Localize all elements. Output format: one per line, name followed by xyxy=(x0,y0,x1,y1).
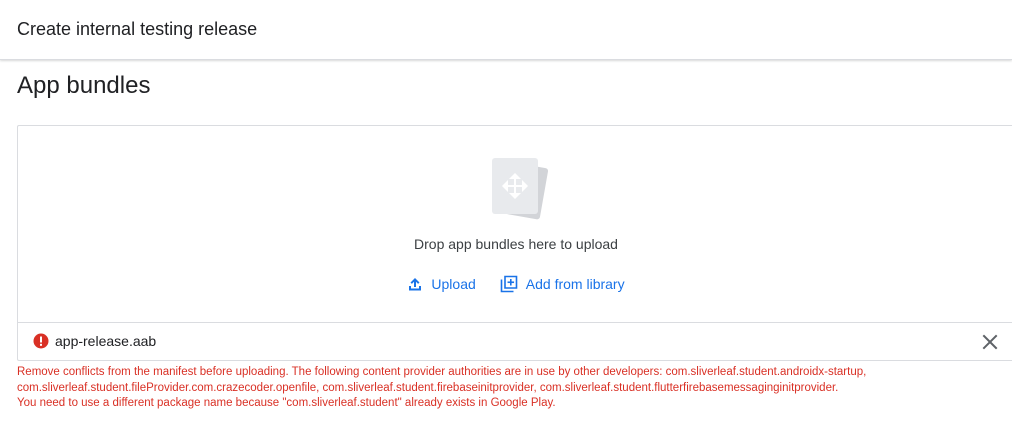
page-title: Create internal testing release xyxy=(17,19,258,39)
drop-zone[interactable]: Drop app bundles here to upload Upload A… xyxy=(18,126,1012,322)
error-line: Remove conflicts from the manifest befor… xyxy=(17,366,867,378)
upload-icon xyxy=(409,278,422,291)
error-messages: Remove conflicts from the manifest befor… xyxy=(17,365,1007,412)
error-line: com.sliverleaf.student.fileProvider.com.… xyxy=(17,381,839,394)
add-library-icon xyxy=(500,275,518,293)
section-title: App bundles xyxy=(17,72,151,99)
file-name: app-release.aab xyxy=(55,333,157,349)
page-header: Create internal testing release xyxy=(0,0,1012,60)
uploaded-file-row: app-release.aab xyxy=(18,322,1012,361)
app-bundle-stack-icon xyxy=(492,158,549,220)
add-from-library-button[interactable]: Add from library xyxy=(500,272,625,296)
error-icon xyxy=(33,333,49,349)
close-icon[interactable] xyxy=(981,333,999,351)
drop-instructions: Drop app bundles here to upload xyxy=(414,236,618,252)
add-from-library-label: Add from library xyxy=(525,276,625,292)
error-line: You need to use a different package name… xyxy=(17,397,556,409)
upload-button[interactable]: Upload xyxy=(407,272,476,296)
upload-label: Upload xyxy=(431,276,476,292)
app-bundle-upload-box: Drop app bundles here to upload Upload A… xyxy=(17,125,1012,361)
upload-actions: Upload Add from library xyxy=(18,272,1012,296)
